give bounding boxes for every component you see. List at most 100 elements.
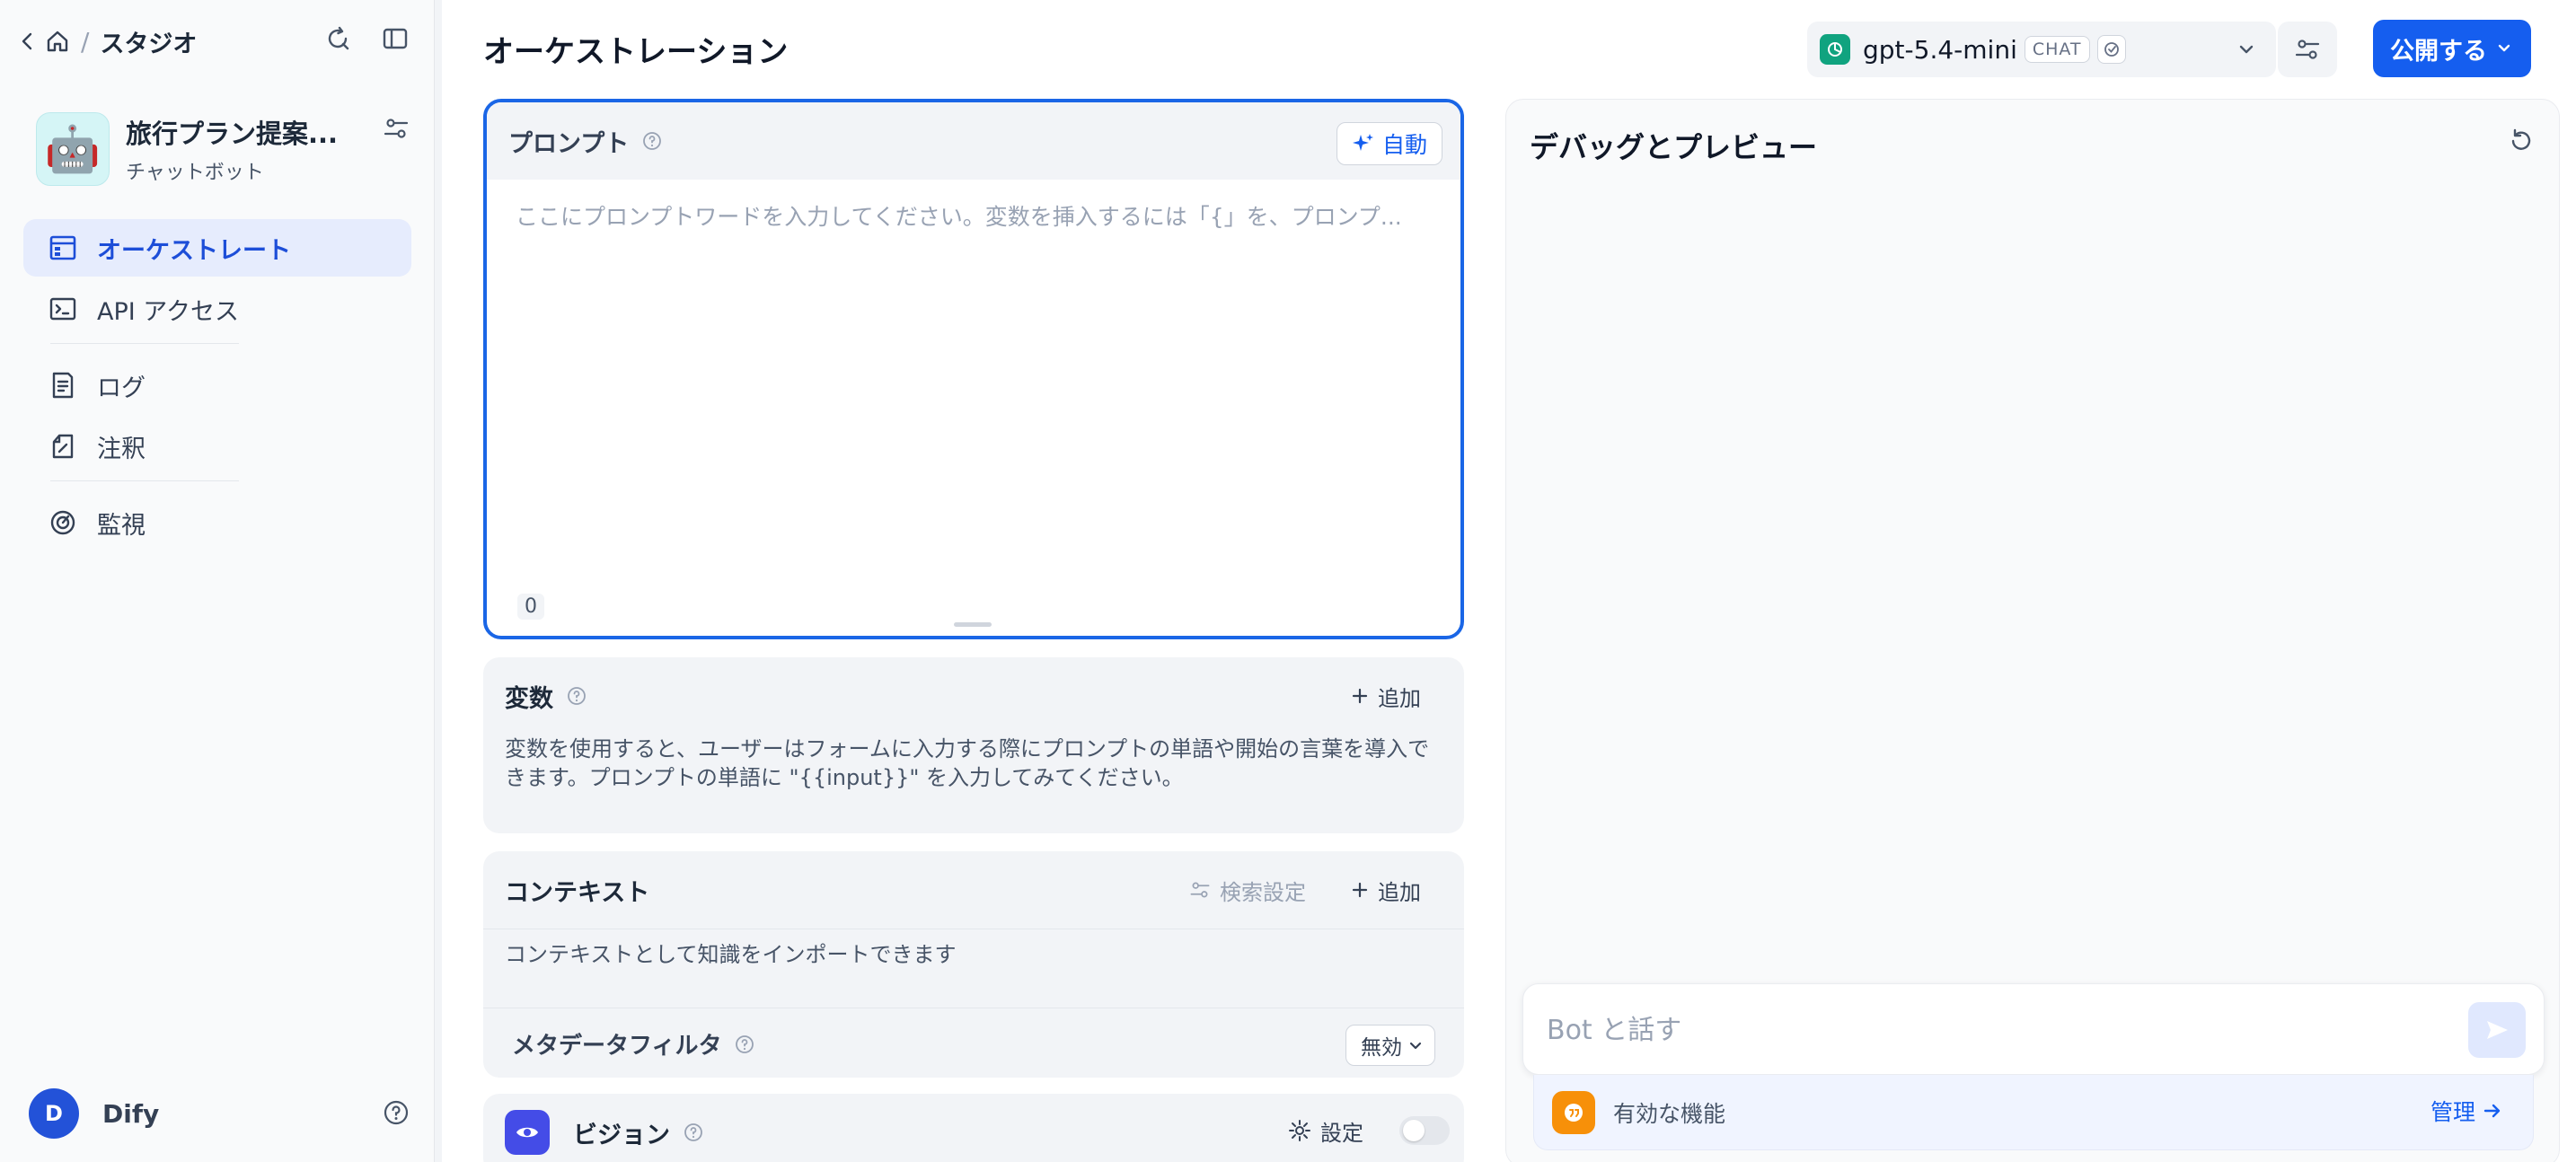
vision-settings-label: 設定 [1320, 1120, 1363, 1146]
terminal-icon [49, 295, 77, 323]
home-icon[interactable] [45, 29, 70, 54]
gauge-icon [49, 508, 77, 537]
model-name: gpt-5.4-mini [1863, 34, 2017, 65]
main-area: オーケストレーション gpt-5.4-mini CHAT 公開する プロンプト [442, 0, 2576, 1162]
add-label: 追加 [1378, 685, 1421, 711]
nav-divider [50, 343, 239, 344]
manage-label: 管理 [2430, 1099, 2475, 1125]
nav-divider [50, 480, 239, 481]
sidebar-item-label: オーケストレート [97, 236, 291, 265]
robot-avatar-icon: 🤖 [36, 112, 110, 186]
sidebar-item-label: ログ [97, 374, 146, 402]
add-label: 追加 [1378, 879, 1421, 905]
vision-toggle[interactable] [1399, 1116, 1450, 1145]
user-menu[interactable]: D Dify [29, 1087, 410, 1140]
metadata-filter-select[interactable]: 無効 [1345, 1025, 1435, 1066]
sidebar-nav: オーケストレート API アクセス ログ 注釈 監視 [23, 219, 411, 555]
context-description: コンテキストとして知識をインポートできます [483, 929, 1464, 1008]
vision-settings-button[interactable]: 設定 [1288, 1115, 1363, 1147]
model-params-button[interactable] [2278, 22, 2337, 77]
chat-input[interactable] [1547, 1008, 2445, 1052]
metadata-filter-label: メタデータフィルタ [512, 1033, 722, 1060]
features-bar: 有効な機能 管理 [1533, 1075, 2534, 1150]
help-icon[interactable] [566, 685, 587, 707]
prompt-editor: プロンプト 自動 ここにプロンプトワードを入力してください。変数を挿入するには「… [483, 99, 1464, 639]
sliders-icon [2294, 36, 2321, 63]
context-section: コンテキスト 検索設定 追加 コンテキストとして知識をインポートできます メタデ [483, 851, 1464, 1078]
app-name: 旅行プラン提案... [126, 119, 339, 149]
help-icon[interactable] [734, 1034, 755, 1055]
sidebar-item-annotations[interactable]: 注釈 [23, 418, 411, 475]
chat-input-box [1522, 983, 2545, 1075]
help-icon[interactable] [683, 1122, 704, 1143]
model-mode-badge: CHAT [2024, 36, 2090, 63]
openai-logo-icon [1820, 34, 1850, 65]
send-icon [2483, 1017, 2510, 1043]
add-variable-button[interactable]: 追加 [1351, 681, 1421, 712]
sparkle-icon [1352, 132, 1375, 155]
app-card[interactable]: 🤖 旅行プラン提案... チャットボット [36, 111, 413, 187]
chevron-left-icon[interactable] [20, 31, 34, 52]
publish-label: 公開する [2390, 37, 2487, 66]
prompt-label: プロンプト [508, 129, 630, 158]
variables-title: 変数 [505, 684, 553, 713]
sliders-icon [1189, 879, 1211, 901]
eye-icon [505, 1110, 550, 1155]
avatar: D [29, 1088, 79, 1139]
sidebar-item-api-access[interactable]: API アクセス [23, 280, 411, 338]
debug-title: デバッグとプレビュー [1530, 130, 1818, 164]
resize-handle[interactable] [954, 622, 992, 627]
help-icon[interactable] [641, 130, 663, 152]
chevron-down-icon [2494, 39, 2514, 58]
search-settings-label: 検索設定 [1220, 879, 1306, 905]
sidebar-item-orchestrate[interactable]: オーケストレート [23, 219, 411, 277]
metadata-filter-value: 無効 [1361, 1036, 1402, 1060]
auto-generate-button[interactable]: 自動 [1336, 122, 1442, 165]
vision-section: ビジョン 設定 [483, 1094, 1464, 1162]
context-title: コンテキスト [505, 878, 650, 907]
sync-icon[interactable] [324, 25, 351, 52]
chevron-down-icon [2235, 38, 2258, 61]
sidebar-item-monitoring[interactable]: 監視 [23, 494, 411, 551]
arrow-right-icon [2483, 1101, 2502, 1121]
chevron-down-icon [1407, 1037, 1424, 1053]
variables-description: 変数を使用すると、ユーザーはフォームに入力する際にプロンプトの単語や開始の言葉を… [505, 736, 1430, 790]
page-title: オーケストレーション [483, 34, 789, 70]
search-settings-button[interactable]: 検索設定 [1189, 875, 1306, 906]
auto-label: 自動 [1381, 132, 1427, 158]
app-type: チャットボット [126, 162, 264, 184]
variables-section: 変数 追加 変数を使用すると、ユーザーはフォームに入力する際にプロンプトの単語や… [483, 657, 1464, 833]
breadcrumb-separator: / [81, 26, 90, 57]
app-settings-icon[interactable] [383, 115, 410, 142]
features-label: 有効な機能 [1613, 1100, 1726, 1127]
sidebar-toggle-icon[interactable] [382, 25, 409, 52]
gear-icon [1288, 1119, 1311, 1142]
send-button[interactable] [2468, 1002, 2526, 1058]
prompt-textarea[interactable]: ここにプロンプトワードを入力してください。変数を挿入するには「{」を、プロンプ.… [516, 199, 1432, 232]
plus-icon [1351, 687, 1369, 705]
vision-capability-icon [2096, 35, 2126, 64]
sidebar: / スタジオ 🤖 旅行プラン提案... チャットボット オーケストレート API… [0, 0, 435, 1162]
orchestrate-icon [49, 233, 77, 262]
help-icon[interactable] [383, 1099, 410, 1126]
sidebar-item-logs[interactable]: ログ [23, 357, 411, 414]
sidebar-item-label: 監視 [97, 511, 146, 540]
metadata-filter-row: メタデータフィルタ 無効 [483, 1008, 1464, 1079]
model-selector[interactable]: gpt-5.4-mini CHAT [1807, 22, 2276, 77]
publish-button[interactable]: 公開する [2373, 20, 2531, 77]
add-context-button[interactable]: 追加 [1351, 875, 1421, 906]
manage-button[interactable]: 管理 [2430, 1095, 2502, 1127]
vision-title: ビジョン [573, 1121, 670, 1149]
debug-preview-panel: デバッグとプレビュー 有効な機能 管理 [1505, 99, 2560, 1162]
user-name: Dify [102, 1098, 160, 1129]
quote-icon [1552, 1090, 1595, 1134]
plus-icon [1351, 881, 1369, 899]
sidebar-item-label: 注釈 [97, 435, 146, 463]
breadcrumb-studio[interactable]: スタジオ [100, 24, 197, 59]
sidebar-item-label: API アクセス [97, 297, 239, 326]
annotation-icon [49, 432, 77, 461]
refresh-icon[interactable] [2507, 127, 2536, 155]
char-count: 0 [517, 594, 544, 620]
log-icon [49, 371, 77, 400]
breadcrumb: / スタジオ [20, 23, 197, 59]
